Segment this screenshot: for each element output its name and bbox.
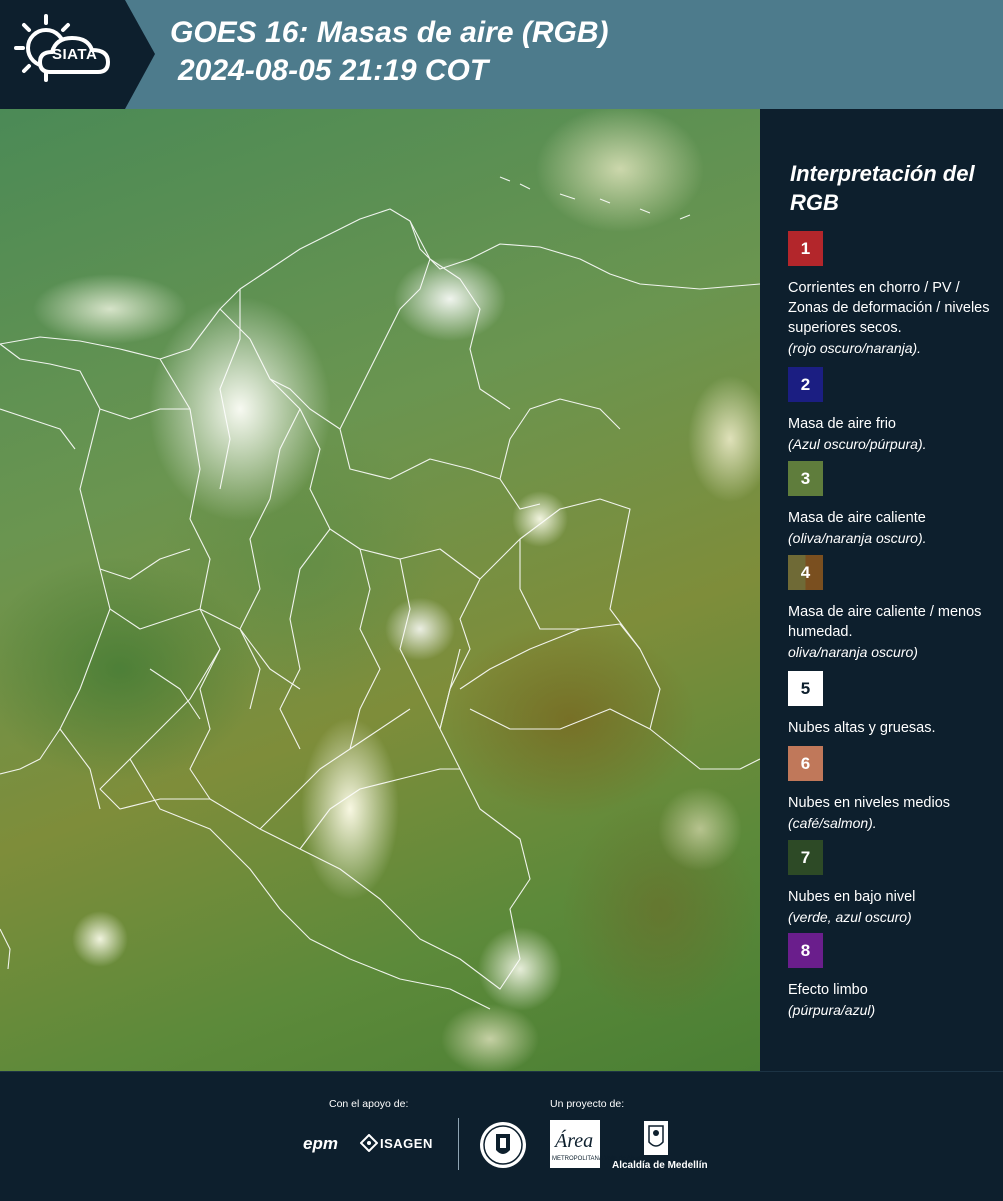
area-logo-text: Área bbox=[555, 1130, 594, 1152]
legend-item-5: 5 Nubes altas y gruesas. bbox=[788, 671, 998, 738]
legend-item-7: 7 Nubes en bajo nivel (verde, azul oscur… bbox=[788, 840, 998, 927]
legend-item-4: 4 Masa de aire caliente / menos humedad.… bbox=[788, 555, 998, 662]
legend-note: oliva/naranja oscuro) bbox=[788, 644, 918, 660]
medellin-seal-icon[interactable] bbox=[478, 1120, 528, 1170]
legend-note: (café/salmon). bbox=[788, 815, 877, 831]
legend-description: Masa de aire caliente / menos humedad. bbox=[788, 604, 982, 640]
legend-description: Masa de aire frio bbox=[788, 416, 896, 432]
footer-bar: Con el apoyo de: Un proyecto de: epm ISA… bbox=[0, 1071, 1003, 1201]
legend-title: Interpretación del RGB bbox=[790, 161, 975, 215]
legend-swatch: 6 bbox=[788, 746, 823, 781]
country-borders bbox=[0, 176, 760, 1010]
legend-description: Masa de aire caliente bbox=[788, 510, 926, 526]
legend-note: (púrpura/azul) bbox=[788, 1002, 876, 1018]
header-bar: SIATA GOES 16: Masas de aire (RGB) 2024-… bbox=[0, 0, 1003, 109]
legend-swatch: 3 bbox=[788, 461, 823, 496]
alcaldia-logo[interactable]: Alcaldía de Medellín bbox=[612, 1160, 708, 1171]
legend-description: Nubes en bajo nivel bbox=[788, 889, 916, 905]
legend-swatch: 8 bbox=[788, 933, 823, 968]
project-label: Un proyecto de: bbox=[550, 1098, 625, 1110]
isagen-logo[interactable]: ISAGEN bbox=[380, 1136, 433, 1151]
legend-item-2: 2 Masa de aire frio (Azul oscuro/púrpura… bbox=[788, 367, 998, 454]
legend-panel: Interpretación del RGB 1 Corrientes en c… bbox=[760, 109, 1003, 1071]
legend-swatch: 1 bbox=[788, 231, 823, 266]
logo-text: SIATA bbox=[52, 46, 98, 63]
legend-note: (oliva/naranja oscuro). bbox=[788, 530, 927, 546]
title-line-1: GOES 16: Masas de aire (RGB) bbox=[170, 16, 609, 49]
legend-item-3: 3 Masa de aire caliente (oliva/naranja o… bbox=[788, 461, 998, 548]
legend-description: Efecto limbo bbox=[788, 982, 868, 998]
legend-note: (rojo oscuro/naranja). bbox=[788, 340, 922, 356]
legend-description: Nubes en niveles medios bbox=[788, 795, 951, 811]
satellite-image[interactable] bbox=[0, 109, 760, 1071]
legend-swatch: 5 bbox=[788, 671, 823, 706]
legend-item-6: 6 Nubes en niveles medios (café/salmon). bbox=[788, 746, 998, 833]
epm-logo[interactable]: epm bbox=[303, 1134, 338, 1154]
footer-divider bbox=[458, 1118, 459, 1170]
legend-item-8: 8 Efecto limbo (púrpura/azul) bbox=[788, 933, 998, 1020]
legend-swatch: 7 bbox=[788, 840, 823, 875]
isagen-icon bbox=[360, 1134, 378, 1152]
page-title: GOES 16: Masas de aire (RGB) 2024-08-05 … bbox=[170, 14, 609, 90]
legend-description: Corrientes en chorro / PV / Zonas de def… bbox=[788, 280, 990, 336]
legend-description: Nubes altas y gruesas. bbox=[788, 720, 936, 736]
siata-logo[interactable]: SIATA bbox=[0, 0, 155, 109]
support-label: Con el apoyo de: bbox=[329, 1098, 409, 1110]
legend-item-1: 1 Corrientes en chorro / PV / Zonas de d… bbox=[788, 231, 998, 358]
legend-note: (Azul oscuro/púrpura). bbox=[788, 436, 927, 452]
alcaldia-shield-icon bbox=[644, 1121, 668, 1155]
title-line-2: 2024-08-05 21:19 COT bbox=[178, 54, 489, 87]
legend-swatch: 4 bbox=[788, 555, 823, 590]
legend-note: (verde, azul oscuro) bbox=[788, 909, 912, 925]
legend-swatch: 2 bbox=[788, 367, 823, 402]
